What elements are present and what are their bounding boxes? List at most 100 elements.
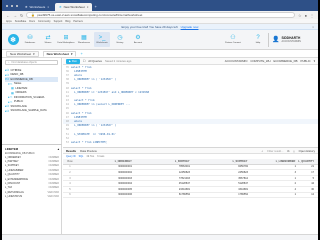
object-search-input[interactable]: ⌕ Find database objects (5, 60, 58, 65)
download-icon[interactable]: ⤓ (293, 149, 294, 153)
url-field[interactable]: 🔒 psa49975.us-east-2.aws.snowflakecomput… (26, 12, 295, 18)
editor-toolbar: ▶ Run ☐ All Queries Saved 2 minutes ago … (63, 58, 318, 65)
chevron-down-icon[interactable]: ▾ (314, 59, 315, 63)
snowflake-logo[interactable]: ❄ (6, 33, 20, 47)
user-menu[interactable]: 👤 SIDDHARTH ACCOUNTADMIN (268, 32, 314, 47)
browser-tab-new-worksheet[interactable]: ❄ New Worksheet × (55, 3, 93, 11)
toolbar-shares[interactable]: ⇄ Shares (40, 32, 56, 47)
bookmark-item[interactable]: Blog (65, 20, 70, 23)
column-type: NUMBER (48, 160, 59, 164)
data-preview-tab[interactable]: Data Preview (80, 149, 97, 153)
code-line[interactable]: 53 select * from LINEITEM; (63, 140, 318, 144)
bookmark-item[interactable]: Community (38, 20, 51, 23)
code-text: L_ORDERKEY in (select L_ORDERKEY ... (71, 103, 131, 107)
table-cell: 1 (294, 176, 296, 180)
close-tab-icon[interactable]: × (87, 5, 89, 9)
column-header[interactable]: L_QUANTITY (298, 160, 318, 163)
all-queries-label: All Queries (88, 59, 102, 63)
column-header[interactable]: L_SUPPKEY (193, 160, 251, 163)
tree-item-label: SNOWFLAKE (10, 104, 27, 108)
table-cell: 3000000005 (118, 187, 132, 191)
add-worksheet-icon[interactable]: + (80, 51, 82, 56)
bookmark-item[interactable]: Support (54, 20, 63, 23)
table-cell: 3567812 (238, 176, 248, 180)
column-header[interactable]: L_ORDERKEY (77, 160, 135, 163)
upgrade-link[interactable]: Upgrade now (181, 25, 199, 29)
user-role: ACCOUNTADMIN (281, 40, 301, 43)
browser-tab-worksheets[interactable]: ❄ Worksheets × (21, 3, 53, 11)
open-history-link[interactable]: Open History (299, 149, 315, 153)
table-cell: 2 (69, 170, 71, 174)
run-button[interactable]: ▶ Run (66, 58, 80, 64)
tree-item-label: Tables (13, 82, 22, 86)
toolbar-databases[interactable]: ⛁ Databases (22, 32, 38, 47)
table-cell: 2 (294, 182, 296, 186)
chevron-down-icon[interactable]: ▾ (71, 52, 73, 56)
toolbar-warehouses[interactable]: ▦ Warehouses (76, 32, 92, 47)
role-context[interactable]: ACCOUNTADMIN (225, 59, 248, 63)
window-close-dot[interactable] (6, 5, 8, 7)
database-context[interactable]: ECOMMERCE_DB (274, 59, 298, 63)
column-header[interactable]: Row (63, 160, 77, 163)
column-type: NUMBER (48, 168, 59, 172)
table-cell: 3000000002 (118, 170, 132, 174)
code-text: L_ORDERKEY >= '1234567' and L_ORDERKEY <… (71, 90, 150, 94)
warehouse-context[interactable]: COMPUTE_WH (250, 59, 270, 63)
column-header[interactable]: L_PARTKEY (135, 160, 193, 163)
code-text: L_ORDERKEY in ( '1234567' ) (71, 124, 117, 128)
code-text: where (71, 73, 82, 77)
chevron-up-icon[interactable]: ▴ (58, 147, 59, 151)
chevron-down-icon[interactable]: ▾ (33, 52, 35, 56)
toolbar-worksheets[interactable]: >_ Worksheets (94, 32, 110, 47)
column-name: L_LINESTATUS (5, 195, 23, 199)
worksheet-icon: >_ (98, 35, 106, 41)
copy-icon[interactable]: ⧉ (287, 149, 289, 153)
table-detail-title: LINEITEM (5, 146, 19, 151)
table-cell: 6 (69, 193, 71, 197)
column-name: L_TAX (5, 186, 13, 190)
menu-dots-icon[interactable]: ⋮ (310, 13, 314, 18)
line-number: 39 (65, 82, 69, 86)
line-number: 41 (65, 90, 69, 94)
bookmark-item[interactable]: Docs (29, 20, 35, 23)
query-id[interactable]: Query ID (66, 155, 76, 158)
worksheet-tab[interactable]: New Worksheet ▾ (6, 50, 39, 57)
close-tab-icon[interactable]: × (47, 5, 49, 9)
all-queries-checkbox[interactable]: ☐ (83, 59, 86, 63)
back-icon[interactable]: ← (6, 13, 10, 18)
sidebar-divider[interactable] (2, 144, 62, 145)
bookmark-star-icon[interactable]: ☆ (298, 13, 302, 18)
bookmark-item[interactable]: Apps (6, 20, 12, 23)
toolbar-help[interactable]: ? Help (250, 32, 266, 47)
sql-editor[interactable]: 35 select * from 36 LINEITEM 37 where 38 L_O… (63, 65, 318, 147)
bookmark-item[interactable]: Partners (73, 20, 82, 23)
close-icon[interactable]: × (312, 25, 314, 29)
folder-icon: ▾▭ (8, 81, 13, 86)
toolbar-label: Account (134, 42, 142, 44)
results-filter-input[interactable]: Filter result... (267, 149, 283, 153)
tree-item[interactable]: ▸⛁ SNOWFLAKE_SAMPLE_DATA (5, 109, 58, 114)
tree-item-label: INFORMATION_SCHEMA (13, 95, 45, 99)
schema-context[interactable]: PUBLIC (300, 59, 310, 63)
table-detail-panel: LINEITEM ▴ ECOMMERCE_DB.PUBLIC L_ORDERKE… (2, 146, 62, 199)
column-header[interactable]: L_LINENUMBER (250, 160, 298, 163)
query-sql-link[interactable]: SQL (79, 155, 84, 158)
forward-icon[interactable]: → (13, 13, 17, 18)
toolbar-account[interactable]: ⚙ Account (130, 32, 146, 47)
toolbar-history[interactable]: ◷ History (112, 32, 128, 47)
table-cell: 21 (311, 165, 314, 169)
column-type: NUMBER (48, 186, 59, 190)
window-minimize-dot[interactable] (11, 5, 13, 7)
window-maximize-dot[interactable] (16, 5, 18, 7)
table-row[interactable]: 6 3000000006 61789552 1789552 1 12 (63, 193, 318, 199)
table-icon: ▦ (11, 90, 14, 95)
results-tab[interactable]: Results (66, 149, 76, 153)
line-number: 42 (65, 94, 69, 98)
new-tab-icon[interactable]: + (94, 4, 96, 9)
reload-icon[interactable]: ↻ (20, 13, 23, 18)
profile-icon[interactable]: ● (305, 13, 307, 18)
bookmark-item[interactable]: Snowflake (15, 20, 27, 23)
toolbar-partner-connect[interactable]: ⚇ Partner Connect (218, 32, 248, 47)
worksheet-tab-active[interactable]: New Worksheet ▾ (42, 50, 77, 57)
toolbar-data-marketplace[interactable]: ⊞ Data Marketplace (57, 32, 74, 47)
